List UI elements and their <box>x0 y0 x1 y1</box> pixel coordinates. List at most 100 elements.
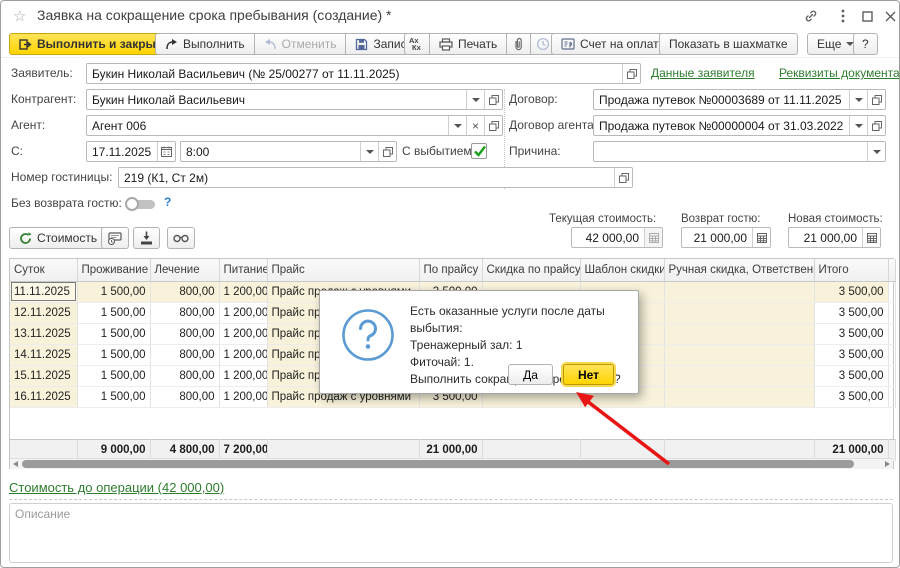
cell-treatment[interactable]: 800,00 <box>150 323 219 344</box>
cell-treatment[interactable]: 800,00 <box>150 386 219 407</box>
open-icon[interactable] <box>484 116 502 135</box>
cell-meals[interactable]: 1 200,00 <box>219 323 267 344</box>
cell-lodging[interactable]: 1 500,00 <box>77 323 150 344</box>
open-icon[interactable] <box>378 142 396 161</box>
cell-treatment[interactable]: 800,00 <box>150 302 219 323</box>
room-field[interactable]: 219 (К1, Ст 2м) <box>118 167 633 188</box>
chevron-down-icon[interactable] <box>448 116 466 135</box>
cell-lodging[interactable]: 1 500,00 <box>77 386 150 407</box>
cell-treatment[interactable]: 800,00 <box>150 344 219 365</box>
maximize-icon[interactable] <box>859 9 875 23</box>
cost-before-operation-link[interactable]: Стоимость до операции (42 000,00) <box>9 480 224 495</box>
more-window-menu-icon[interactable] <box>835 9 851 23</box>
cell-date[interactable]: 14.11.2025 <box>10 344 77 365</box>
cell-meals[interactable]: 1 200,00 <box>219 386 267 407</box>
counterparty-field[interactable]: Букин Николай Васильевич <box>86 89 503 110</box>
view-details-button[interactable] <box>167 227 195 249</box>
no-refund-help-icon[interactable]: ? <box>164 195 171 209</box>
cell-manual[interactable] <box>664 323 814 344</box>
cell-total[interactable]: 3 500,00 <box>814 344 888 365</box>
column-header[interactable] <box>888 259 895 281</box>
column-header[interactable]: Прайс <box>267 259 419 281</box>
applicant-data-link[interactable]: Данные заявителя <box>651 66 755 80</box>
column-header[interactable]: Лечение <box>150 259 219 281</box>
scroll-left-icon[interactable] <box>13 461 18 467</box>
column-header[interactable]: Суток <box>10 259 77 281</box>
cell-date[interactable]: 15.11.2025 <box>10 365 77 386</box>
from-date-field[interactable]: 17.11.2025 <box>86 141 176 162</box>
attachments-button[interactable] <box>506 33 531 55</box>
chevron-down-icon[interactable] <box>849 90 867 109</box>
recalc-cost-button[interactable]: Стоимость <box>9 227 107 249</box>
cell-meals[interactable]: 1 200,00 <box>219 344 267 365</box>
favorite-star-icon[interactable]: ☆ <box>13 7 26 25</box>
agent-field[interactable]: Агент 006 × <box>86 115 503 136</box>
open-icon[interactable] <box>867 90 885 109</box>
cell-total[interactable]: 3 500,00 <box>814 302 888 323</box>
open-icon[interactable] <box>614 168 632 187</box>
applicant-field[interactable]: Букин Николай Васильевич (№ 25/00277 от … <box>86 63 641 84</box>
column-header[interactable]: Скидка по прайсу <box>482 259 580 281</box>
cell-lodging[interactable]: 1 500,00 <box>77 344 150 365</box>
contract-field[interactable]: Продажа путевок №00003689 от 11.11.2025 <box>593 89 886 110</box>
print-button[interactable]: Печать <box>429 33 507 55</box>
cell-manual[interactable] <box>664 302 814 323</box>
from-time-field[interactable]: 8:00 <box>180 141 397 162</box>
cell-manual[interactable] <box>664 344 814 365</box>
no-button[interactable]: Нет <box>563 364 614 385</box>
calculator-icon[interactable] <box>752 228 770 247</box>
cancel-button[interactable]: Отменить <box>254 33 347 55</box>
help-button[interactable]: ? <box>853 33 878 55</box>
current-cost-field[interactable]: 42 000,00 <box>571 227 663 248</box>
document-details-link[interactable]: Реквизиты документа <box>779 66 900 80</box>
chevron-down-icon[interactable] <box>466 90 484 109</box>
calculator-icon[interactable] <box>862 228 880 247</box>
column-header[interactable]: Питание <box>219 259 267 281</box>
clear-icon[interactable]: × <box>466 116 484 135</box>
cell-manual[interactable] <box>664 386 814 407</box>
calendar-icon[interactable] <box>157 142 175 161</box>
open-icon[interactable] <box>622 64 640 83</box>
cell-total[interactable]: 3 500,00 <box>814 365 888 386</box>
chevron-down-icon[interactable] <box>867 142 885 161</box>
cell-manual[interactable] <box>664 281 814 302</box>
cell-lodging[interactable]: 1 500,00 <box>77 365 150 386</box>
yes-button[interactable]: Да <box>508 364 553 385</box>
cell-manual[interactable] <box>664 365 814 386</box>
cell-date[interactable]: 12.11.2025 <box>10 302 77 323</box>
codes-names-button[interactable]: AхКх <box>404 33 430 55</box>
cell-meals[interactable]: 1 200,00 <box>219 365 267 386</box>
reason-field[interactable] <box>593 141 886 162</box>
cell-total[interactable]: 3 500,00 <box>814 281 888 302</box>
scrollbar-thumb[interactable] <box>22 460 854 468</box>
open-icon[interactable] <box>484 90 502 109</box>
cell-meals[interactable]: 1 200,00 <box>219 302 267 323</box>
column-header[interactable]: Итого <box>814 259 888 281</box>
refund-field[interactable]: 21 000,00 <box>681 227 771 248</box>
cell-date[interactable]: 16.11.2025 <box>10 386 77 407</box>
new-cost-field[interactable]: 21 000,00 <box>788 227 881 248</box>
column-header[interactable]: Ручная скидка, Ответственный <box>664 259 814 281</box>
description-input[interactable]: Описание <box>9 503 893 563</box>
agent-contract-field[interactable]: Продажа путевок №00000004 от 31.03.2022 <box>593 115 886 136</box>
cell-treatment[interactable]: 800,00 <box>150 365 219 386</box>
close-icon[interactable] <box>882 9 898 23</box>
scroll-right-icon[interactable] <box>885 461 890 467</box>
cell-date[interactable]: 11.11.2025 <box>10 281 77 302</box>
cell-date[interactable]: 13.11.2025 <box>10 323 77 344</box>
no-refund-toggle[interactable] <box>125 197 156 211</box>
horizontal-scrollbar[interactable] <box>10 458 893 469</box>
open-icon[interactable] <box>867 116 885 135</box>
show-chessboard-button[interactable]: Показать в шахматке <box>659 33 798 55</box>
chevron-down-icon[interactable] <box>849 116 867 135</box>
load-services-button[interactable] <box>133 227 160 249</box>
cell-lodging[interactable]: 1 500,00 <box>77 281 150 302</box>
cell-total[interactable]: 3 500,00 <box>814 323 888 344</box>
chevron-down-icon[interactable] <box>360 142 378 161</box>
cell-lodging[interactable]: 1 500,00 <box>77 302 150 323</box>
column-header[interactable]: Шаблон скидки <box>580 259 664 281</box>
execute-button[interactable]: Выполнить <box>155 33 255 55</box>
cell-treatment[interactable]: 800,00 <box>150 281 219 302</box>
fiscal-receipt-button[interactable] <box>101 227 129 249</box>
copy-link-icon[interactable] <box>803 9 819 23</box>
